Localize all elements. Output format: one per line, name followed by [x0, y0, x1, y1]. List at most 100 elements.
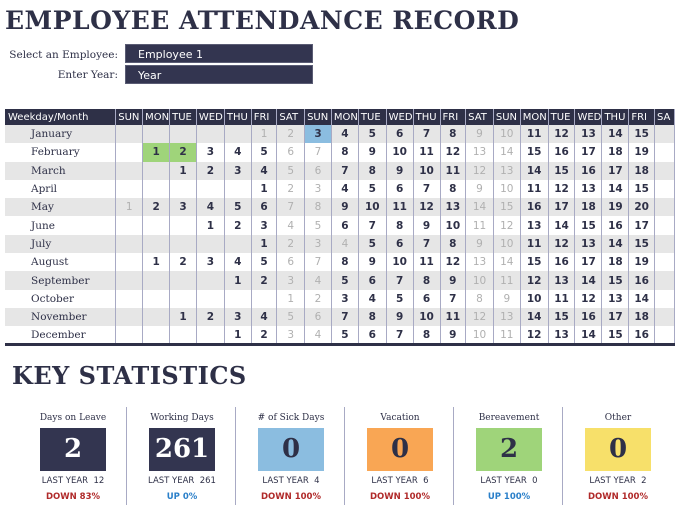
day-cell[interactable]: 4	[224, 253, 252, 272]
day-cell[interactable]: 15	[548, 161, 576, 180]
day-cell[interactable]: 8	[331, 143, 359, 162]
day-cell[interactable]: 18	[601, 253, 630, 272]
day-cell[interactable]: 3	[224, 307, 252, 327]
day-cell[interactable]: 6	[386, 234, 414, 254]
day-cell[interactable]: 12	[440, 253, 467, 272]
day-cell[interactable]: 14	[493, 143, 521, 162]
day-cell[interactable]: 12	[493, 216, 521, 235]
day-cell[interactable]: 10	[386, 143, 414, 162]
day-cell[interactable]: 14	[601, 179, 630, 199]
day-cell[interactable]: 17	[601, 161, 630, 180]
day-cell[interactable]: 3	[304, 234, 332, 254]
day-cell[interactable]: 11	[386, 198, 414, 217]
day-cell[interactable]: 18	[628, 307, 655, 327]
day-cell[interactable]: 17	[601, 307, 630, 327]
day-cell[interactable]: 3	[196, 253, 225, 272]
day-cell[interactable]: 12	[548, 179, 576, 199]
day-cell[interactable]: 14	[601, 234, 630, 254]
day-cell[interactable]: 12	[465, 307, 494, 327]
day-cell[interactable]: 7	[413, 234, 441, 254]
day-cell[interactable]: 1	[169, 161, 197, 180]
day-cell[interactable]: 9	[358, 143, 387, 162]
day-cell[interactable]: 1	[115, 198, 144, 217]
day-cell[interactable]: 2	[276, 125, 306, 144]
day-cell[interactable]: 16	[574, 161, 603, 180]
day-cell[interactable]: 4	[358, 289, 387, 308]
day-cell[interactable]: 10	[493, 125, 521, 144]
day-cell[interactable]: 16	[574, 307, 603, 327]
day-cell[interactable]: 14	[574, 271, 603, 290]
day-cell[interactable]: 2	[224, 216, 252, 235]
day-cell[interactable]: 5	[331, 326, 359, 347]
day-cell[interactable]: 5	[358, 179, 387, 199]
day-cell[interactable]: 9	[386, 307, 414, 327]
day-cell[interactable]: 3	[224, 161, 252, 180]
day-cell[interactable]: 19	[628, 253, 655, 272]
day-cell[interactable]: 9	[465, 234, 494, 254]
day-cell[interactable]: 13	[465, 253, 494, 272]
day-cell[interactable]: 11	[413, 253, 441, 272]
day-cell[interactable]: 15	[628, 125, 655, 144]
day-cell[interactable]: 3	[304, 125, 332, 144]
day-cell[interactable]: 11	[520, 125, 549, 144]
day-cell[interactable]: 12	[440, 143, 467, 162]
day-cell[interactable]: 19	[601, 198, 630, 217]
day-cell[interactable]: 9	[465, 125, 494, 144]
day-cell[interactable]: 4	[304, 271, 332, 290]
day-cell[interactable]: 10	[493, 179, 521, 199]
day-cell[interactable]: 17	[548, 198, 576, 217]
day-cell[interactable]: 10	[520, 289, 549, 308]
day-cell[interactable]: 14	[548, 216, 576, 235]
day-cell[interactable]: 3	[169, 198, 197, 217]
day-cell[interactable]: 11	[493, 271, 521, 290]
day-cell[interactable]: 13	[548, 271, 576, 290]
day-cell[interactable]: 9	[386, 161, 414, 180]
day-cell[interactable]: 18	[628, 161, 655, 180]
day-cell[interactable]: 1	[142, 253, 171, 272]
day-cell[interactable]: 15	[574, 216, 603, 235]
day-cell[interactable]: 11	[440, 161, 467, 180]
day-cell[interactable]: 7	[440, 289, 467, 308]
day-cell[interactable]: 7	[331, 307, 359, 327]
day-cell[interactable]: 8	[440, 179, 467, 199]
day-cell[interactable]: 7	[331, 161, 359, 180]
day-cell[interactable]: 2	[196, 307, 225, 327]
day-cell[interactable]: 7	[386, 326, 414, 347]
day-cell[interactable]: 14	[493, 253, 521, 272]
year-input[interactable]: Year	[125, 65, 313, 84]
day-cell[interactable]: 16	[548, 253, 576, 272]
day-cell[interactable]: 5	[304, 216, 332, 235]
day-cell[interactable]: 2	[142, 198, 171, 217]
day-cell[interactable]: 9	[440, 271, 467, 290]
day-cell[interactable]: 11	[520, 179, 549, 199]
day-cell[interactable]: 16	[628, 326, 655, 347]
day-cell[interactable]: 4	[224, 143, 252, 162]
day-cell[interactable]: 8	[440, 125, 467, 144]
day-cell[interactable]: 5	[386, 289, 414, 308]
day-cell[interactable]: 10	[465, 326, 494, 347]
day-cell[interactable]: 9	[413, 216, 441, 235]
day-cell[interactable]: 12	[548, 125, 576, 144]
day-cell[interactable]: 12	[574, 289, 603, 308]
day-cell[interactable]: 3	[276, 271, 306, 290]
day-cell[interactable]: 8	[440, 234, 467, 254]
day-cell[interactable]: 15	[601, 326, 630, 347]
day-cell[interactable]: 1	[224, 271, 252, 290]
day-cell[interactable]: 13	[493, 307, 521, 327]
day-cell[interactable]: 3	[304, 179, 332, 199]
day-cell[interactable]: 15	[520, 253, 549, 272]
day-cell[interactable]: 13	[574, 125, 603, 144]
day-cell[interactable]: 8	[465, 289, 494, 308]
day-cell[interactable]: 4	[276, 216, 306, 235]
day-cell[interactable]: 4	[331, 234, 359, 254]
day-cell[interactable]: 13	[601, 289, 630, 308]
day-cell[interactable]: 7	[413, 179, 441, 199]
day-cell[interactable]: 5	[358, 234, 387, 254]
day-cell[interactable]: 8	[304, 198, 332, 217]
day-cell[interactable]: 17	[574, 143, 603, 162]
day-cell[interactable]: 13	[574, 179, 603, 199]
day-cell[interactable]: 13	[493, 161, 521, 180]
day-cell[interactable]: 7	[304, 253, 332, 272]
day-cell[interactable]: 9	[440, 326, 467, 347]
day-cell[interactable]: 15	[548, 307, 576, 327]
